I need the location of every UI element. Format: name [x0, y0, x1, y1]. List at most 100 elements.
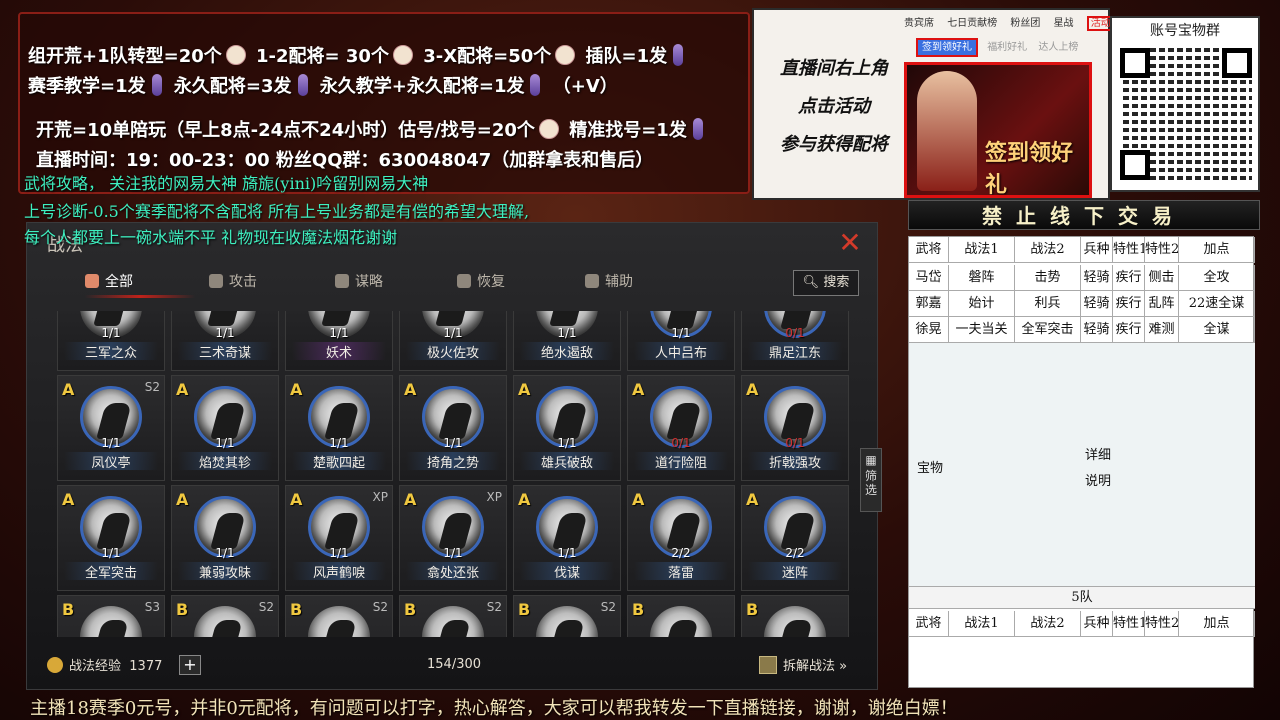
tactic-card[interactable]: B S2 [513, 595, 621, 637]
tactic-grade: B [632, 600, 645, 619]
qr-corner-icon [1120, 48, 1150, 78]
sheet-cell: 战法1 [949, 237, 1015, 263]
sub-tab[interactable]: 达人上榜 [1038, 42, 1078, 53]
tactic-card[interactable]: 1/1 妖术 [285, 311, 393, 371]
tactic-grade: A [62, 380, 75, 399]
tactic-card[interactable]: A S2 1/1 凤仪亭 [57, 375, 165, 481]
sheet-cell: 特性2 [1145, 611, 1179, 637]
tactic-count: 1/1 [443, 436, 463, 450]
sheet-cell: 22速全谋 [1179, 291, 1255, 317]
tactic-season: S3 [144, 600, 160, 614]
sheet-cell: 轻骑 [1081, 291, 1113, 317]
signin-banner[interactable]: 签到领好礼 [904, 62, 1092, 198]
tab-label: 谋略 [355, 274, 383, 290]
tactic-count: 1/1 [557, 326, 577, 340]
dismantle-button[interactable]: 拆解战法 » [759, 655, 847, 674]
search-button[interactable]: 🔍︎ 搜索 [793, 270, 859, 296]
tactic-name: 道行险阻 [634, 452, 728, 471]
sheet-cell: 徐晃 [909, 317, 949, 343]
tactic-card[interactable]: A 1/1 楚歌四起 [285, 375, 393, 481]
sheet-cell: 加点 [1179, 611, 1255, 637]
promo-item: 1-2配将= 30个 [256, 46, 389, 67]
tactic-count: 154/300 [427, 657, 482, 672]
tactic-name: 落雷 [634, 562, 728, 581]
search-label: 搜索 [823, 275, 850, 290]
tactic-card[interactable]: A 1/1 焰焚其轸 [171, 375, 279, 481]
sheet-cell: 难测 [1145, 317, 1179, 343]
tactic-count: 1/1 [215, 326, 235, 340]
tactic-card[interactable]: A 1/1 伐谋 [513, 485, 621, 591]
tactic-count: 1/1 [215, 436, 235, 450]
tactic-card[interactable]: A 2/2 落雷 [627, 485, 735, 591]
exp-coin-icon [47, 657, 63, 673]
tactic-card[interactable]: A 1/1 雄兵破敌 [513, 375, 621, 481]
tactic-card[interactable]: A 1/1 兼弱攻昧 [171, 485, 279, 591]
sheet-cell: 特性1 [1113, 611, 1145, 637]
tactic-name: 妖术 [292, 342, 386, 361]
tactic-card[interactable]: B S2 [171, 595, 279, 637]
sheet-cell: 疾行 [1113, 317, 1145, 343]
tactic-exp: 战法经验 1377 [47, 655, 162, 674]
tab-all[interactable]: 全部 [85, 271, 133, 293]
tactic-card[interactable]: 1/1 三军之众 [57, 311, 165, 371]
tactic-card[interactable]: A XP 1/1 翕处还张 [399, 485, 507, 591]
tactic-count: 2/2 [785, 546, 805, 560]
exp-label: 战法经验 [69, 659, 122, 674]
tab-strategy[interactable]: 谋略 [335, 271, 383, 293]
tactic-card[interactable]: A 0/1 折戟强攻 [741, 375, 849, 481]
support-icon [585, 274, 599, 288]
tactic-card[interactable]: A 2/2 迷阵 [741, 485, 849, 591]
top-tab[interactable]: 粉丝团 [1010, 18, 1040, 29]
tactic-card[interactable]: B [627, 595, 735, 637]
sub-tab[interactable]: 福利好礼 [987, 42, 1027, 53]
tactic-grid: 1/1 三军之众 1/1 三术奇谋 1/1 妖术 1/1 极火佐攻 1/1 绝水遏敌 1/1 人中吕布… [57, 311, 857, 637]
sheet-cell: 战法1 [949, 611, 1015, 637]
tab-recovery[interactable]: 恢复 [457, 271, 505, 293]
close-icon[interactable]: ✕ [837, 229, 863, 257]
filter-button[interactable]: ▦ 筛选 [860, 448, 882, 512]
tactic-card[interactable]: 1/1 绝水遏敌 [513, 311, 621, 371]
tactic-count: 1/1 [557, 436, 577, 450]
promo-item: 永久配将=3发 [173, 76, 292, 97]
warrior-silhouette-icon [422, 606, 484, 637]
tactic-card[interactable]: B S2 [285, 595, 393, 637]
tactic-card[interactable]: 1/1 人中吕布 [627, 311, 735, 371]
cyan-note-2: 上号诊断-0.5个赛季配将不含配将 所有上号业务都是有偿的希望大理解, [24, 202, 530, 221]
top-tab[interactable]: 贵宾席 [904, 18, 934, 29]
tab-attack[interactable]: 攻击 [209, 271, 257, 293]
tactic-card[interactable]: A 1/1 掎角之势 [399, 375, 507, 481]
activity-guide: 直播间右上角 点击活动 参与获得配将 [764, 50, 904, 164]
tactic-grade: A [518, 380, 531, 399]
banner-figure [917, 71, 977, 191]
promo-item: 永久教学+永久配将=1发 [319, 76, 525, 97]
tactic-season: XP [486, 490, 502, 504]
tactic-card[interactable]: 1/1 极火佐攻 [399, 311, 507, 371]
tactic-card[interactable]: A 0/1 道行险阻 [627, 375, 735, 481]
all-icon [85, 274, 99, 288]
detail-label: 详细 说明 [1085, 448, 1112, 489]
tactic-grade: A [176, 490, 189, 509]
sub-tab-signin[interactable]: 签到领好礼 [916, 38, 978, 57]
sheet-cell: 全军突击 [1015, 317, 1081, 343]
tactic-count: 1/1 [329, 326, 349, 340]
bottom-ticker: 主播18赛季0元号，并非0元配将，有问题可以打字，热心解答，大家可以帮我转发一下… [30, 698, 958, 719]
tactic-card[interactable]: A 1/1 全军突击 [57, 485, 165, 591]
sheet-cell: 始计 [949, 291, 1015, 317]
sheet-row: 郭嘉 始计 利兵 轻骑 疾行 乱阵 22速全谋 [909, 291, 1255, 317]
tactic-card[interactable]: 1/1 三术奇谋 [171, 311, 279, 371]
tactic-card[interactable]: B [741, 595, 849, 637]
tactic-card[interactable]: A XP 1/1 风声鹤唳 [285, 485, 393, 591]
top-tab[interactable]: 七日贡献榜 [947, 18, 997, 29]
tactic-name: 风声鹤唳 [292, 562, 386, 581]
add-exp-button[interactable]: + [179, 655, 201, 675]
tactic-name: 折戟强攻 [748, 452, 842, 471]
tactic-card[interactable]: B S2 [399, 595, 507, 637]
cyan-note-1: 武将攻略， 关注我的网易大神 旖旎(yini)吟留别网易大神 [24, 174, 429, 193]
tactic-grade: A [290, 380, 303, 399]
top-tab[interactable]: 星战 [1054, 18, 1074, 29]
tactic-count: 1/1 [443, 326, 463, 340]
tactic-card[interactable]: B S3 [57, 595, 165, 637]
qr-corner-icon [1120, 150, 1150, 180]
tab-support[interactable]: 辅助 [585, 271, 633, 293]
tactic-card[interactable]: 0/1 鼎足江东 [741, 311, 849, 371]
